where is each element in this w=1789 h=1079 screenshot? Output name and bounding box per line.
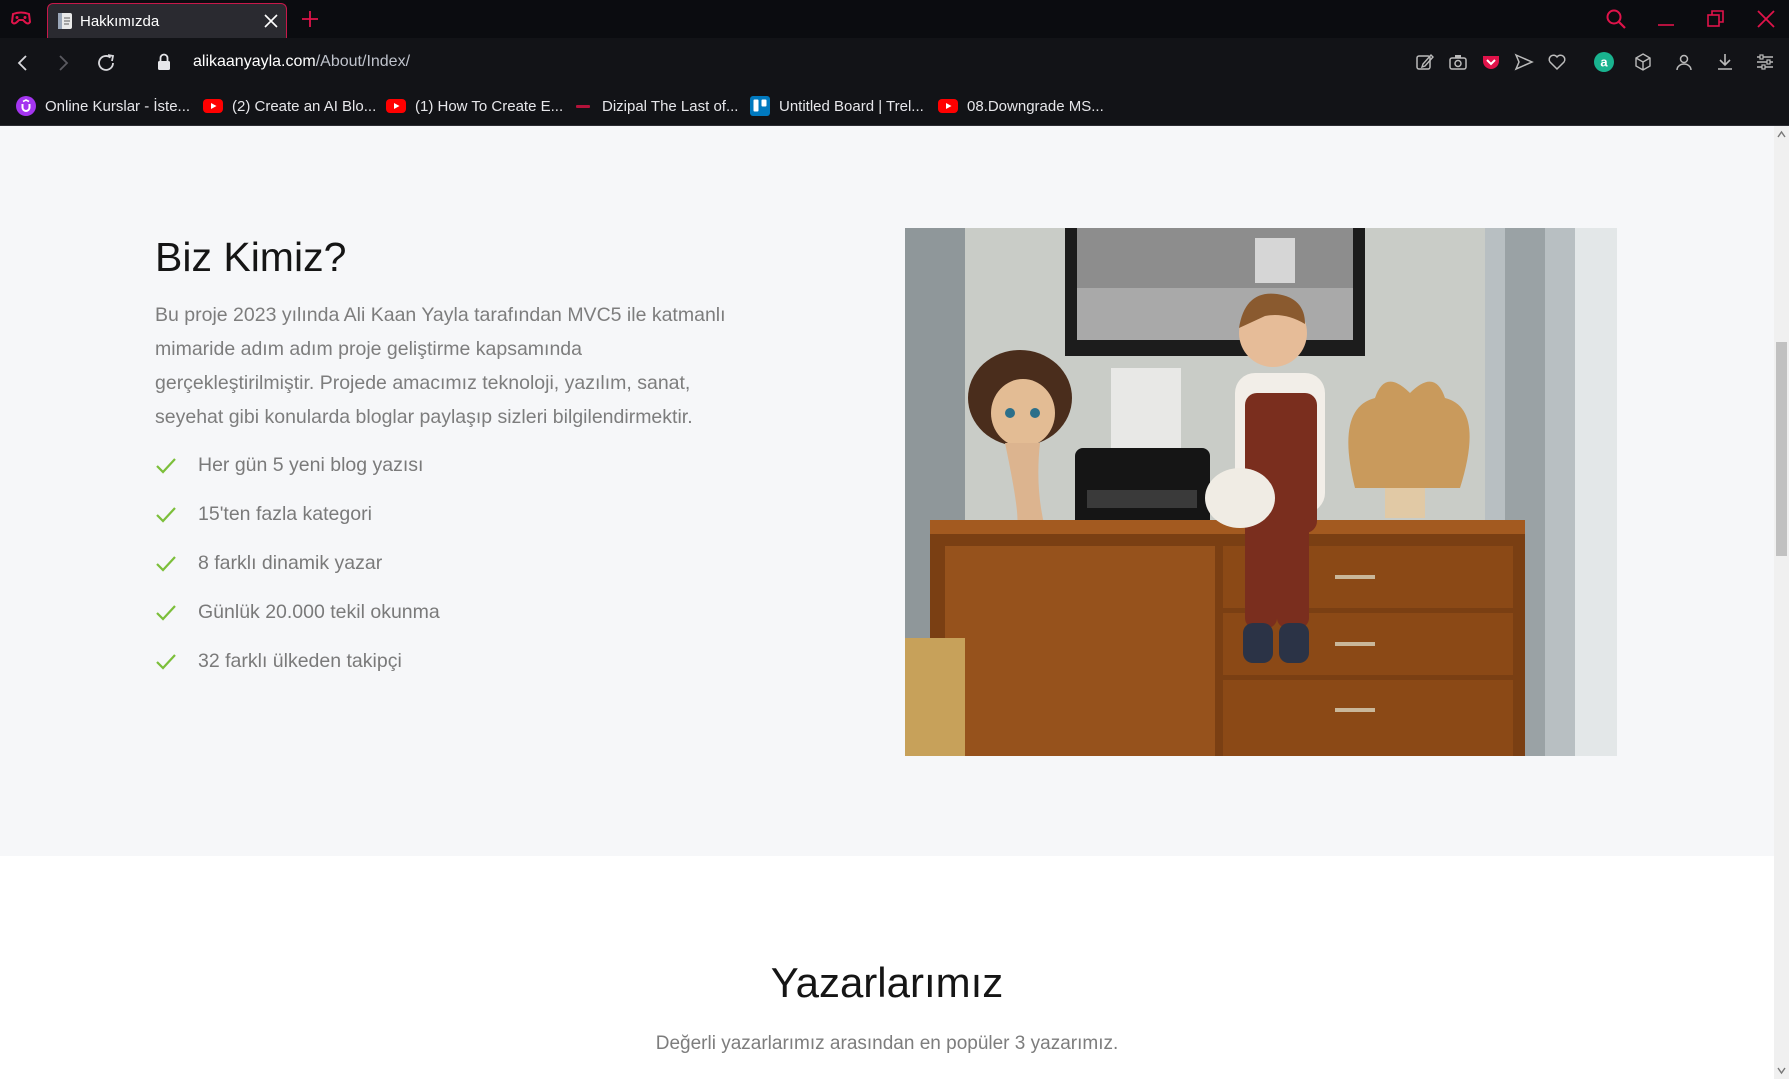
authors-subtitle: Değerli yazarlarımız arasından en popüle… <box>655 1033 1119 1054</box>
send-icon[interactable] <box>1514 52 1534 72</box>
address-bar: alikaanyayla.com/About/Index/ a <box>0 38 1789 88</box>
authors-heading: Yazarlarımız <box>770 959 1004 1006</box>
bookmark-youtube-2[interactable]: (1) How To Create E... <box>386 96 563 116</box>
bookmarks-bar: Online Kurslar - İste... (2) Create an A… <box>0 88 1789 126</box>
bookmark-youtube-1[interactable]: (2) Create an AI Blo... <box>203 96 376 116</box>
youtube-icon <box>203 99 223 113</box>
bookmark-dizipal[interactable]: Dizipal The Last of... <box>573 96 738 116</box>
check-icon <box>156 556 176 572</box>
about-paragraph: Bu proje 2023 yılında Ali Kaan Yayla tar… <box>155 304 726 428</box>
udemy-icon <box>16 96 36 116</box>
easy-setup-icon[interactable] <box>1755 52 1775 72</box>
forward-icon[interactable] <box>52 52 74 74</box>
close-tab-icon[interactable] <box>264 14 278 28</box>
heart-icon[interactable] <box>1547 52 1567 72</box>
youtube-icon <box>938 99 958 113</box>
feature-item: 15'ten fazla kategori <box>155 503 440 552</box>
page-favicon-icon <box>58 13 72 29</box>
minimize-icon[interactable] <box>1655 8 1677 30</box>
scroll-down-icon[interactable] <box>1777 1066 1786 1075</box>
restore-icon[interactable] <box>1705 8 1727 30</box>
url-host: alikaanyayla.com <box>193 53 316 70</box>
scroll-up-icon[interactable] <box>1777 130 1786 139</box>
check-icon <box>156 458 176 474</box>
authors-section: Yazarlarımız Değerli yazarlarımız arasın… <box>0 856 1774 1079</box>
tab-title: Hakkımızda <box>80 13 160 30</box>
feature-item: 8 farklı dinamik yazar <box>155 552 440 601</box>
download-icon[interactable] <box>1715 52 1735 72</box>
check-icon <box>156 605 176 621</box>
youtube-icon <box>386 99 406 113</box>
check-icon <box>156 507 176 523</box>
web-page: Biz Kimiz? Bu proje 2023 yılında Ali Kaa… <box>0 126 1774 1079</box>
scrollbar-thumb[interactable] <box>1776 342 1787 556</box>
bookmark-youtube-3[interactable]: 08.Downgrade MS... <box>938 96 1104 116</box>
feature-list: Her gün 5 yeni blog yazısı 15'ten fazla … <box>155 454 440 699</box>
about-heading: Biz Kimiz? <box>155 234 347 280</box>
page-scrollbar[interactable] <box>1774 126 1789 1079</box>
url-field[interactable]: alikaanyayla.com/About/Index/ <box>193 53 410 71</box>
about-photo <box>905 228 1617 756</box>
tab-active[interactable]: Hakkımızda <box>47 3 287 38</box>
about-section: Biz Kimiz? Bu proje 2023 yılında Ali Kaa… <box>0 126 1774 856</box>
bookmark-udemy[interactable]: Online Kurslar - İste... <box>16 96 190 116</box>
pocket-icon[interactable] <box>1481 52 1501 72</box>
trello-icon <box>750 96 770 116</box>
avatar-extension-icon[interactable]: a <box>1594 52 1614 72</box>
search-icon[interactable] <box>1605 8 1627 30</box>
profile-icon[interactable] <box>1674 52 1694 72</box>
reload-icon[interactable] <box>95 52 117 74</box>
url-path: /About/Index/ <box>315 53 411 70</box>
lock-icon[interactable] <box>156 53 172 71</box>
feature-item: Her gün 5 yeni blog yazısı <box>155 454 440 503</box>
back-icon[interactable] <box>12 52 34 74</box>
close-window-icon[interactable] <box>1755 8 1777 30</box>
snapshot-edit-icon[interactable] <box>1415 52 1435 72</box>
camera-icon[interactable] <box>1448 52 1468 72</box>
feature-item: Günlük 20.000 tekil okunma <box>155 601 440 650</box>
new-tab-icon[interactable] <box>300 9 320 29</box>
bookmark-trello[interactable]: Untitled Board | Trel... <box>750 96 924 116</box>
gx-corner-icon[interactable] <box>10 10 32 28</box>
box-icon[interactable] <box>1633 52 1653 72</box>
check-icon <box>156 654 176 670</box>
svg-text:a: a <box>1600 55 1608 70</box>
feature-item: 32 farklı ülkeden takipçi <box>155 650 440 699</box>
dizipal-icon <box>576 105 590 108</box>
tab-strip: Hakkımızda <box>0 0 1789 38</box>
